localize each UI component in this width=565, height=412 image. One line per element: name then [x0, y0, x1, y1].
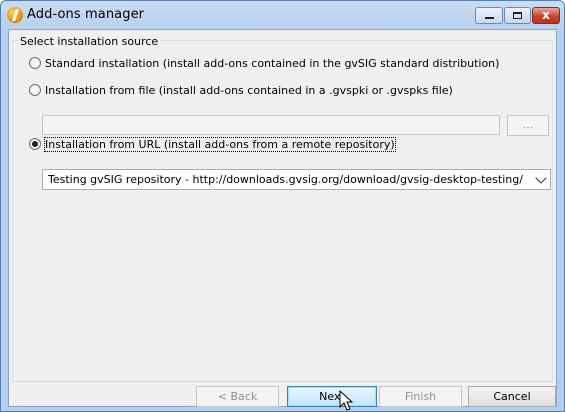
installation-source-group: Select installation source Standard inst… [12, 35, 553, 382]
standard-installation-radio[interactable] [29, 57, 41, 69]
gvsig-app-icon [7, 7, 23, 23]
url-installation-label[interactable]: Installation from URL (install add-ons f… [44, 136, 396, 152]
group-legend: Select installation source [18, 35, 161, 48]
repository-url-value: Testing gvSIG repository - http://downlo… [48, 173, 523, 186]
file-installation-radio[interactable] [29, 84, 41, 96]
url-installation-radio[interactable] [29, 138, 41, 150]
maximize-icon [513, 12, 522, 19]
close-button[interactable]: x [532, 7, 560, 24]
file-installation-option[interactable]: Installation from file (install add-ons … [29, 82, 453, 98]
repository-url-select[interactable]: Testing gvSIG repository - http://downlo… [42, 169, 551, 190]
dialog-content: Select installation source Standard inst… [8, 29, 557, 407]
maximize-button[interactable] [504, 7, 531, 24]
finish-button[interactable]: Finish [379, 386, 462, 407]
title-bar[interactable]: Add-ons manager x [1, 1, 564, 29]
addons-manager-window: Add-ons manager x Select installation so… [0, 0, 565, 412]
next-button[interactable]: Next [287, 386, 377, 407]
minimize-button[interactable] [475, 7, 503, 24]
window-title: Add-ons manager [27, 7, 145, 22]
url-installation-option[interactable]: Installation from URL (install add-ons f… [29, 136, 396, 152]
close-icon: x [542, 8, 550, 22]
file-path-input[interactable] [42, 115, 500, 135]
minimize-icon [485, 17, 494, 19]
standard-installation-option[interactable]: Standard installation (install add-ons c… [29, 55, 499, 71]
back-button[interactable]: < Back [196, 386, 279, 407]
mouse-cursor-icon [339, 390, 353, 411]
standard-installation-label[interactable]: Standard installation (install add-ons c… [45, 57, 499, 70]
chevron-down-icon[interactable] [535, 172, 547, 184]
file-installation-label[interactable]: Installation from file (install add-ons … [45, 84, 453, 97]
browse-file-button[interactable]: ... [507, 115, 549, 136]
cancel-button[interactable]: Cancel [468, 386, 556, 407]
